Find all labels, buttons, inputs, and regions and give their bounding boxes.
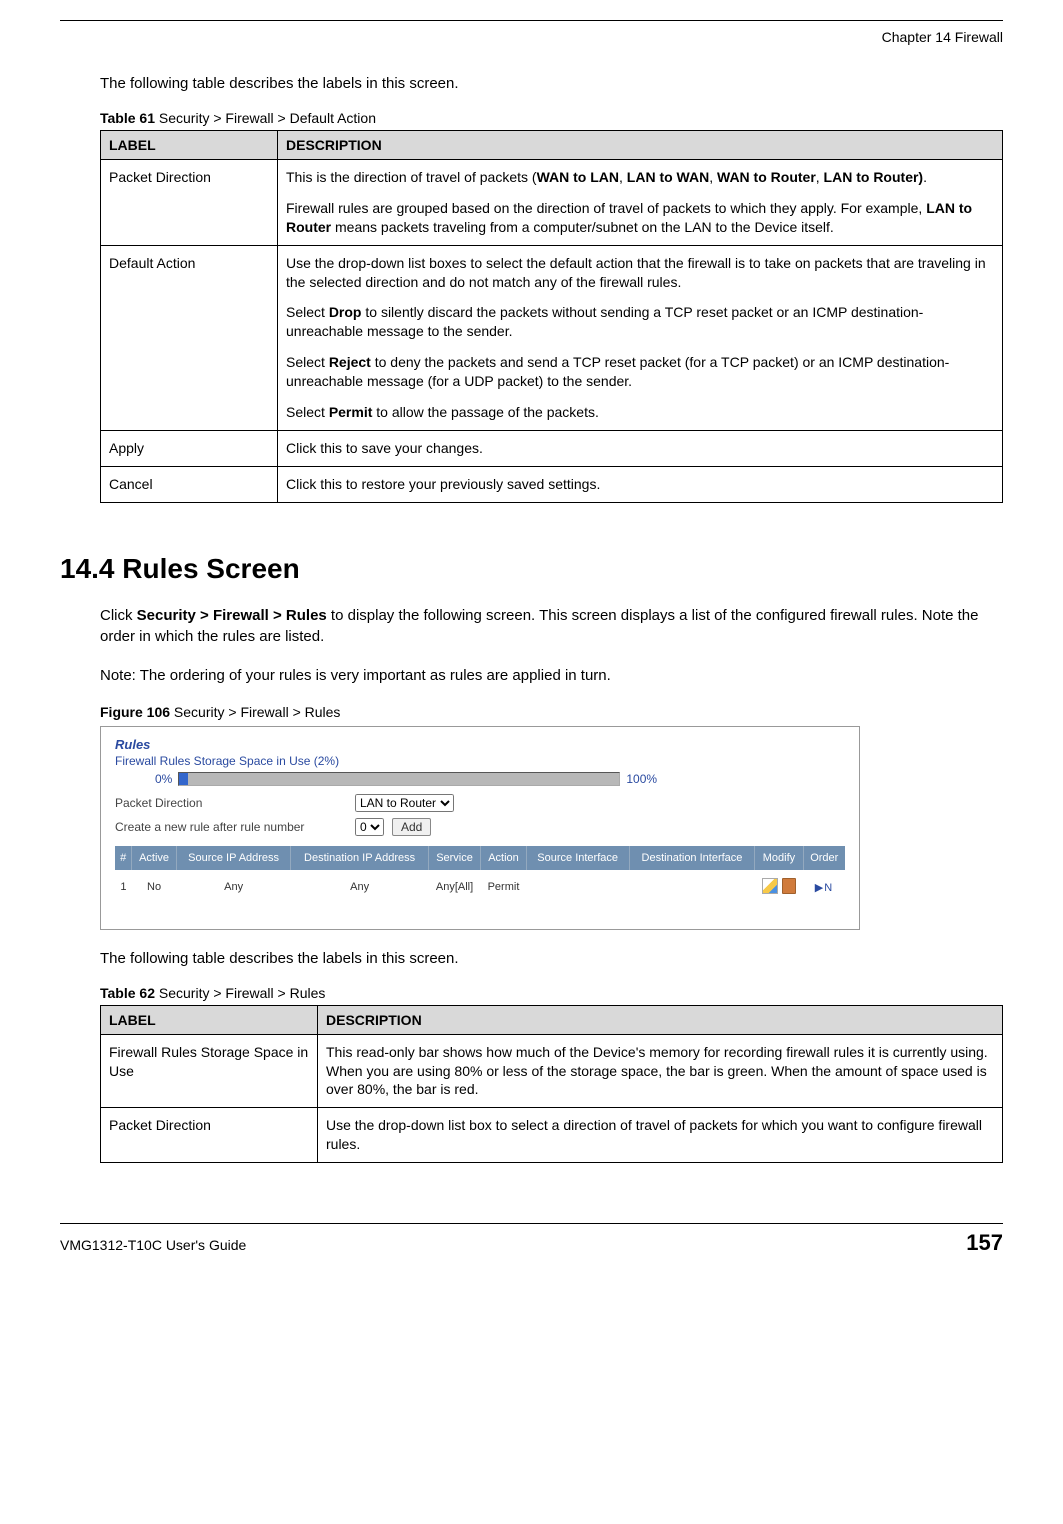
storage-pct-left: 0% — [155, 772, 172, 786]
storage-pct-right: 100% — [626, 772, 657, 786]
section-heading: 14.4 Rules Screen — [60, 553, 1003, 585]
footer-guide-name: VMG1312-T10C User's Guide — [60, 1237, 246, 1253]
table62: LABEL DESCRIPTION Firewall Rules Storage… — [100, 1005, 1003, 1163]
section-para-1: Click Security > Firewall > Rules to dis… — [100, 605, 1003, 647]
table-row: Default Action Use the drop-down list bo… — [101, 245, 1003, 430]
col-srcip: Source IP Address — [176, 846, 290, 870]
desc-cell: Use the drop-down list box to select a d… — [318, 1108, 1003, 1163]
table-row: Packet Direction This is the direction o… — [101, 160, 1003, 246]
intro-text-1: The following table describes the labels… — [100, 75, 1003, 92]
label-cell: Firewall Rules Storage Space in Use — [101, 1034, 318, 1108]
table61-head-label: LABEL — [101, 131, 278, 160]
table62-head-label: LABEL — [101, 1005, 318, 1034]
col-order: Order — [803, 846, 845, 870]
rules-table-row: 1 No Any Any Any[All] Permit ▶N — [115, 870, 845, 905]
cell-srcif — [526, 870, 629, 905]
desc-cell: Click this to restore your previously sa… — [278, 466, 1003, 502]
table61: LABEL DESCRIPTION Packet Direction This … — [100, 130, 1003, 503]
figure-caption: Figure 106 Security > Firewall > Rules — [100, 704, 1003, 720]
packet-direction-select[interactable]: LAN to Router — [355, 794, 454, 812]
delete-icon[interactable] — [782, 878, 796, 894]
cell-dstip: Any — [291, 870, 429, 905]
label-cell: Packet Direction — [101, 160, 278, 246]
cell-service: Any[All] — [428, 870, 480, 905]
cell-srcip: Any — [176, 870, 290, 905]
desc-cell: This is the direction of travel of packe… — [278, 160, 1003, 246]
cell-order[interactable]: ▶N — [803, 870, 845, 905]
cell-active: No — [132, 870, 177, 905]
col-modify: Modify — [755, 846, 803, 870]
col-dstip: Destination IP Address — [291, 846, 429, 870]
intro-text-2: The following table describes the labels… — [100, 950, 1003, 967]
table61-head-desc: DESCRIPTION — [278, 131, 1003, 160]
desc-cell: Use the drop-down list boxes to select t… — [278, 245, 1003, 430]
create-rule-label: Create a new rule after rule number — [115, 820, 355, 834]
col-dstif: Destination Interface — [629, 846, 755, 870]
col-num: # — [115, 846, 132, 870]
figure-rules-screenshot: Rules Firewall Rules Storage Space in Us… — [100, 726, 860, 930]
table-row: Firewall Rules Storage Space in Use This… — [101, 1034, 1003, 1108]
label-cell: Apply — [101, 430, 278, 466]
label-cell: Default Action — [101, 245, 278, 430]
table61-caption: Table 61 Security > Firewall > Default A… — [100, 110, 1003, 126]
rules-table: # Active Source IP Address Destination I… — [115, 846, 845, 905]
cell-dstif — [629, 870, 755, 905]
table62-caption: Table 62 Security > Firewall > Rules — [100, 985, 1003, 1001]
cell-action: Permit — [481, 870, 527, 905]
add-button[interactable]: Add — [392, 818, 431, 836]
storage-bar-fill — [179, 773, 188, 785]
section-note: Note: The ordering of your rules is very… — [100, 665, 1003, 686]
desc-cell: This read-only bar shows how much of the… — [318, 1034, 1003, 1108]
label-cell: Packet Direction — [101, 1108, 318, 1163]
edit-icon[interactable] — [762, 878, 778, 894]
storage-bar — [178, 772, 620, 786]
col-active: Active — [132, 846, 177, 870]
table62-head-desc: DESCRIPTION — [318, 1005, 1003, 1034]
cell-num: 1 — [115, 870, 132, 905]
col-srcif: Source Interface — [526, 846, 629, 870]
create-rule-number-select[interactable]: 0 — [355, 818, 384, 836]
rules-panel-title: Rules — [115, 737, 845, 752]
col-service: Service — [428, 846, 480, 870]
label-cell: Cancel — [101, 466, 278, 502]
storage-label: Firewall Rules Storage Space in Use (2%) — [115, 754, 845, 768]
table-row: Cancel Click this to restore your previo… — [101, 466, 1003, 502]
chapter-header: Chapter 14 Firewall — [60, 29, 1003, 45]
desc-cell: Click this to save your changes. — [278, 430, 1003, 466]
col-action: Action — [481, 846, 527, 870]
packet-direction-label: Packet Direction — [115, 796, 355, 810]
table-row: Apply Click this to save your changes. — [101, 430, 1003, 466]
page-number: 157 — [966, 1230, 1003, 1256]
cell-modify — [755, 870, 803, 905]
table-row: Packet Direction Use the drop-down list … — [101, 1108, 1003, 1163]
